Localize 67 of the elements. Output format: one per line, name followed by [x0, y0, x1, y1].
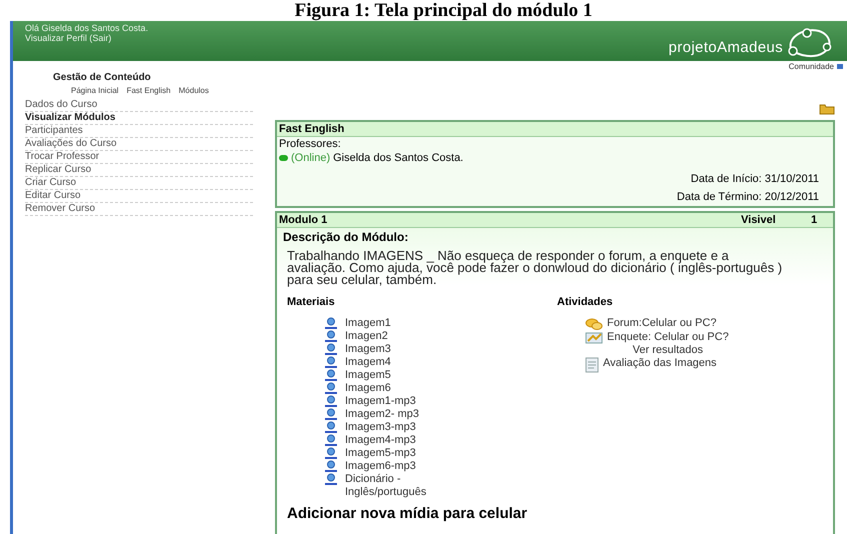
material-link[interactable]: Imagem4-mp3 — [345, 434, 465, 446]
results-link[interactable]: Ver resultados — [632, 344, 703, 356]
globe-icon — [325, 382, 337, 394]
material-link[interactable]: Imagem5 — [345, 368, 465, 382]
breadcrumb-link[interactable]: Página Inicial — [71, 85, 119, 97]
greeting-text: Olá Giselda dos Santos Costa. — [25, 23, 148, 33]
material-link[interactable]: Imagem3 — [345, 342, 465, 356]
community-link[interactable]: Comunidade — [788, 60, 834, 72]
profile-link[interactable]: Visualizar Perfil (Sair) — [25, 33, 148, 43]
material-link[interactable]: Dicionário - Inglês/português — [345, 472, 465, 498]
figure-caption: Figura 1: Tela principal do módulo 1 — [294, 0, 594, 21]
sidebar-item[interactable]: Visualizar Módulos — [25, 112, 253, 125]
material-link[interactable]: Imagem3-mp3 — [345, 420, 465, 434]
teachers-label: Professores: — [279, 137, 342, 151]
document-icon — [585, 356, 599, 372]
globe-icon — [325, 434, 337, 446]
sidebar-item[interactable]: Dados do Curso — [25, 99, 253, 112]
sidebar-item[interactable]: Trocar Professor — [25, 151, 253, 164]
sidebar-item[interactable]: Replicar Curso — [25, 164, 253, 177]
course-title: Fast English — [277, 122, 833, 137]
sidebar-item[interactable]: Avaliações do Curso — [25, 138, 253, 151]
chat-bubbles-icon — [585, 316, 603, 330]
end-date: Data de Término: 20/12/2011 — [676, 190, 820, 205]
sidebar-item[interactable]: Criar Curso — [25, 177, 253, 190]
add-media-heading: Adicionar nova mídia para celular — [286, 504, 528, 522]
activity-link[interactable]: Avaliação das Imagens — [603, 356, 717, 370]
community-icon — [837, 64, 843, 69]
teacher-name: Giselda dos Santos Costa. — [333, 151, 464, 165]
globe-icon — [325, 420, 337, 432]
sidebar-item[interactable]: Participantes — [25, 125, 253, 138]
section-title: Gestão de Conteúdo — [52, 72, 152, 84]
globe-icon — [325, 368, 337, 380]
description-label: Descrição do Módulo: — [283, 229, 410, 246]
activities-heading: Atividades — [557, 295, 614, 310]
globe-icon — [325, 472, 337, 484]
folder-icon — [819, 103, 835, 115]
sidebar-item[interactable]: Editar Curso — [25, 190, 253, 203]
material-link[interactable]: Imagem4 — [345, 356, 465, 368]
activity-link[interactable]: Enquete: Celular ou PC? — [607, 330, 729, 344]
material-link[interactable]: Imagem2- mp3 — [345, 408, 465, 420]
material-link[interactable]: Imagem1-mp3 — [345, 394, 465, 408]
material-link[interactable]: Imagem6-mp3 — [345, 460, 465, 472]
breadcrumb-link[interactable]: Módulos — [178, 85, 209, 97]
module-title: Modulo 1 — [279, 213, 328, 227]
online-status: (Online) — [291, 151, 330, 165]
globe-icon — [325, 342, 337, 354]
globe-icon — [325, 446, 337, 458]
material-link[interactable]: Imagen2 — [345, 330, 465, 342]
breadcrumb-link[interactable]: Fast English — [126, 85, 171, 97]
sidebar-item[interactable]: Remover Curso — [25, 203, 253, 216]
material-link[interactable]: Imagem5-mp3 — [345, 446, 465, 460]
globe-icon — [325, 330, 337, 342]
globe-icon — [325, 356, 337, 368]
module-description: Trabalhando IMAGENS _ Não esqueça de responder o forum, a enquete e a avaliação. Como ajuda, você pode fazer o donwloud do dicionário ( inglês-português ) para seu celular, também. — [286, 247, 784, 286]
globe-icon — [325, 408, 337, 420]
globe-icon — [325, 394, 337, 406]
visibility-label: Visivel — [741, 213, 777, 227]
material-link[interactable]: Imagem1 — [345, 316, 465, 330]
chart-icon — [585, 330, 603, 344]
material-link[interactable]: Imagem6 — [345, 382, 465, 394]
globe-icon — [325, 316, 337, 328]
start-date: Data de Início: 31/10/2011 — [690, 172, 820, 187]
globe-icon — [325, 460, 337, 472]
activity-link[interactable]: Forum:Celular ou PC? — [607, 316, 716, 330]
logo-text: projetoAmadeus — [668, 38, 783, 58]
module-number: 1 — [811, 213, 818, 227]
materials-heading: Materiais — [287, 295, 336, 310]
